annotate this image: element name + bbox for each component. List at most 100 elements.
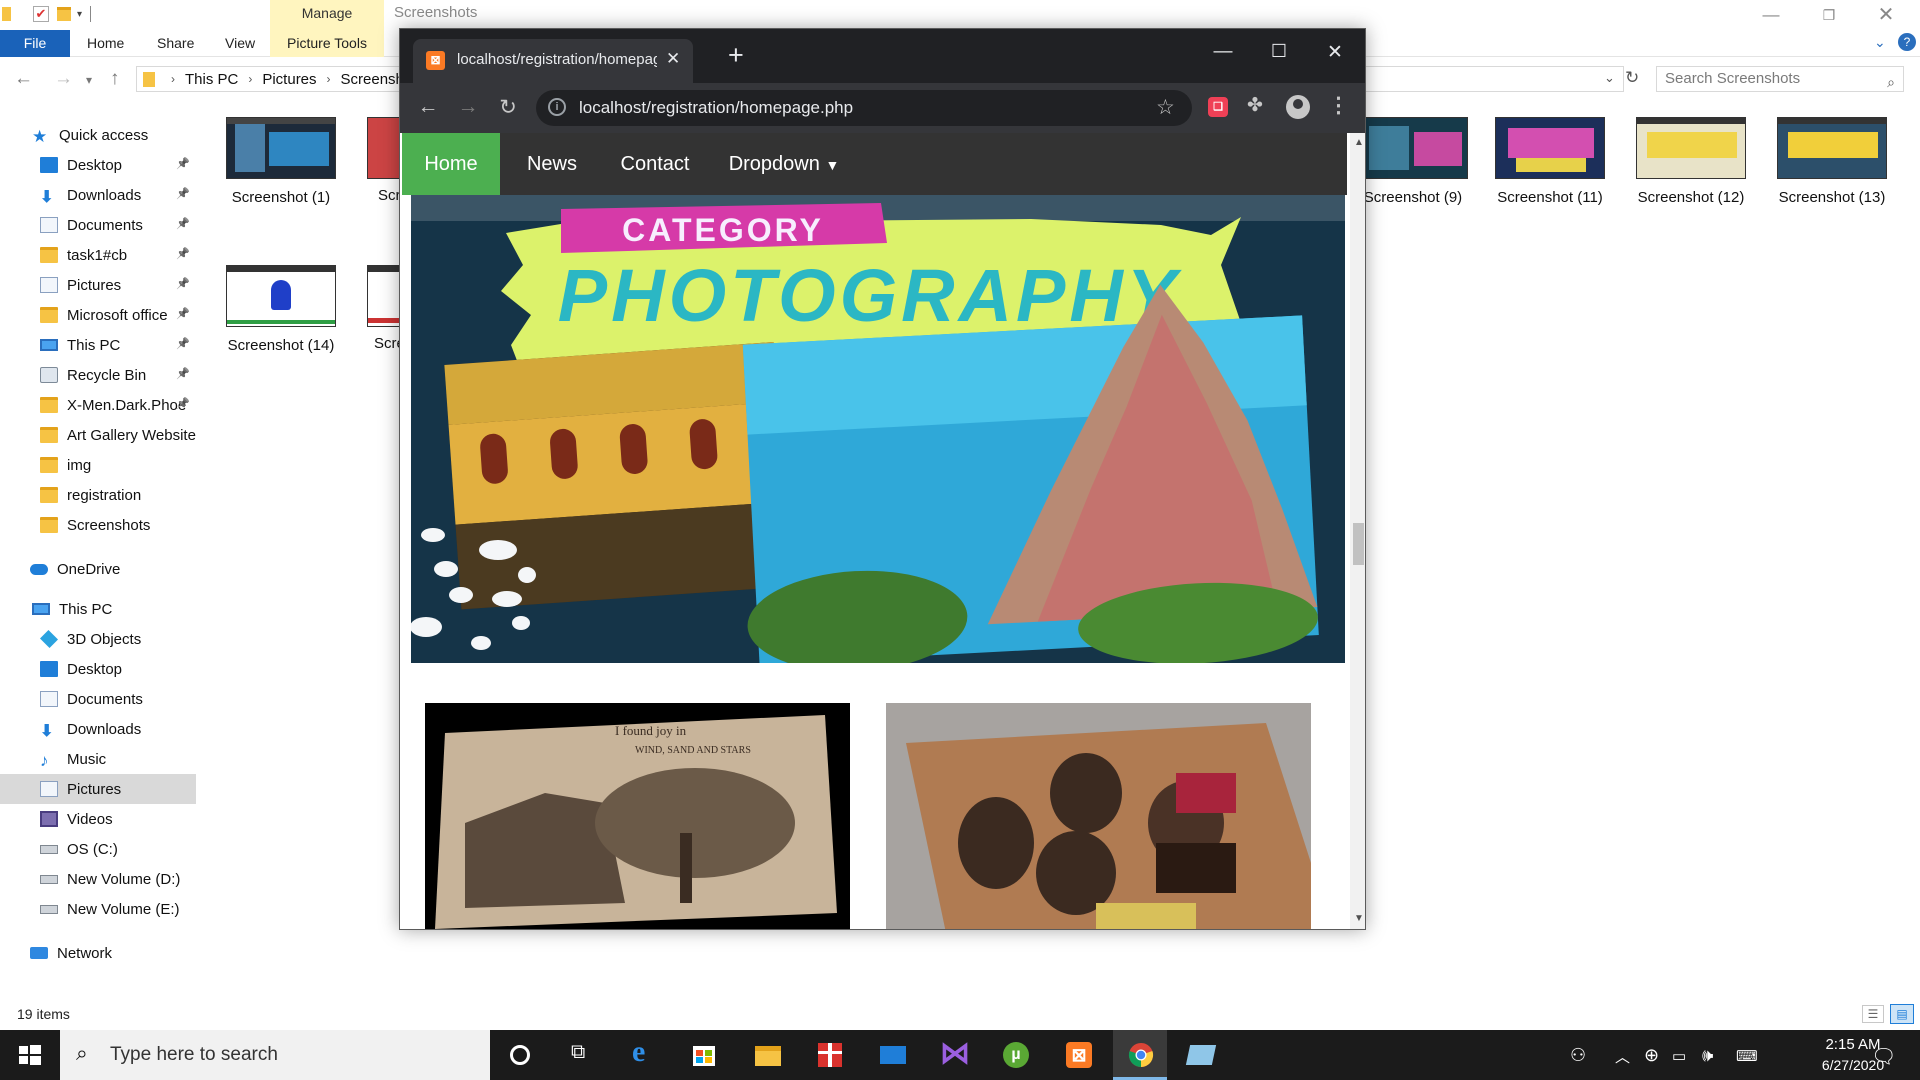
profile-avatar-icon[interactable]	[1286, 95, 1310, 119]
maximize-icon[interactable]: ☐	[1264, 41, 1294, 62]
nav-item-documents[interactable]: Documents 📌	[0, 210, 196, 240]
cortana-button[interactable]	[493, 1030, 547, 1080]
scrollbar-thumb[interactable]	[1353, 523, 1364, 565]
refresh-icon[interactable]: ↻	[1625, 68, 1639, 88]
nav-item-art-gallery-website[interactable]: Art Gallery Website	[0, 420, 196, 450]
nav-item-pictures[interactable]: Pictures 📌	[0, 270, 196, 300]
nav-item-registration[interactable]: registration	[0, 480, 196, 510]
file-thumbnail[interactable]: Screenshot (14)	[211, 265, 351, 354]
expand-ribbon-chevron-icon[interactable]: ⌄	[1874, 34, 1886, 51]
page-scrollbar[interactable]: ▲ ▼	[1350, 133, 1365, 929]
nav-item-screenshots[interactable]: Screenshots	[0, 510, 196, 540]
restore-icon[interactable]: ❐	[1805, 2, 1853, 28]
scroll-up-arrow-icon[interactable]: ▲	[1354, 137, 1364, 148]
properties-check-icon[interactable]: ✔	[33, 6, 49, 22]
tab-picture-tools[interactable]: Picture Tools	[270, 30, 384, 57]
nav-dropdown[interactable]: Dropdown ▼	[724, 133, 844, 195]
scroll-down-arrow-icon[interactable]: ▼	[1354, 913, 1364, 924]
tab-share[interactable]: Share	[157, 30, 194, 57]
pocket-extension-icon[interactable]: ❏	[1208, 97, 1228, 117]
chrome-menu-kebab-icon[interactable]: ⋮	[1328, 93, 1349, 118]
help-icon[interactable]: ?	[1898, 33, 1916, 51]
nav-item-microsoft-office[interactable]: Microsoft office 📌	[0, 300, 196, 330]
nav-item-3d-objects[interactable]: 3D Objects	[0, 624, 196, 654]
nav-link-home[interactable]: Home	[402, 133, 500, 195]
minimize-icon[interactable]: —	[1747, 2, 1795, 28]
nav-item-task1-cb[interactable]: task1#cb 📌	[0, 240, 196, 270]
taskbar-app-utorrent[interactable]: µ	[988, 1030, 1042, 1080]
show-hidden-icons-chevron-icon[interactable]: ︿	[1615, 1046, 1630, 1067]
close-icon[interactable]: ✕	[1862, 2, 1910, 28]
nav-item-downloads[interactable]: ⬇ Downloads 📌	[0, 180, 196, 210]
forward-arrow-icon[interactable]: →	[54, 68, 73, 90]
nav-item-new-volume-e-[interactable]: New Volume (E:)	[0, 894, 196, 924]
nav-item-img[interactable]: img	[0, 450, 196, 480]
breadcrumb-this-pc[interactable]: This PC	[185, 71, 238, 88]
nav-item-music[interactable]: ♪ Music	[0, 744, 196, 774]
tab-file[interactable]: File	[0, 30, 70, 57]
large-icons-view-icon[interactable]: ▤	[1890, 1004, 1914, 1024]
keyboard-icon[interactable]: ⌨	[1736, 1047, 1758, 1065]
omnibox-address-bar[interactable]: i localhost/registration/homepage.php ☆	[536, 90, 1192, 126]
breadcrumb-pictures[interactable]: Pictures	[262, 71, 316, 88]
back-arrow-icon[interactable]: ←	[14, 68, 33, 90]
forward-arrow-icon[interactable]: →	[454, 95, 482, 119]
explorer-search-input[interactable]: Search Screenshots ⌕	[1656, 66, 1904, 92]
reload-icon[interactable]: ↻	[494, 95, 522, 120]
taskbar-app-gift[interactable]	[802, 1030, 856, 1080]
browser-tab[interactable]: ⊠ localhost/registration/homepage ✕	[413, 39, 693, 83]
nav-item-this-pc[interactable]: This PC 📌	[0, 330, 196, 360]
nav-item-downloads[interactable]: ⬇ Downloads	[0, 714, 196, 744]
taskbar-app-chrome[interactable]	[1113, 1030, 1167, 1080]
nav-item-this-pc[interactable]: This PC	[0, 594, 196, 624]
taskbar-app-mail[interactable]	[865, 1030, 919, 1080]
file-thumbnail[interactable]: Screenshot (12)	[1621, 117, 1761, 206]
tab-home[interactable]: Home	[87, 30, 124, 57]
taskbar-app-edge[interactable]: e	[616, 1030, 670, 1080]
new-folder-icon[interactable]	[57, 7, 71, 21]
nav-item-os-c-[interactable]: OS (C:)	[0, 834, 196, 864]
minimize-icon[interactable]: —	[1208, 41, 1238, 63]
customize-toolbar-chevron-icon[interactable]: ▾	[77, 9, 82, 20]
action-center-notification-icon[interactable]: 🗨	[1871, 1044, 1896, 1069]
nav-item-videos[interactable]: Videos	[0, 804, 196, 834]
people-icon[interactable]: ⚇	[1570, 1045, 1586, 1066]
nav-item-quick-access[interactable]: ★ Quick access	[0, 120, 196, 150]
close-icon[interactable]: ✕	[1320, 41, 1350, 64]
nav-item-onedrive[interactable]: OneDrive	[0, 554, 196, 584]
taskbar-app-visual-studio[interactable]: ⋈	[926, 1030, 980, 1080]
gallery-card-sketchbook[interactable]: I found joy in WIND, SAND AND STARS	[425, 703, 850, 929]
back-arrow-icon[interactable]: ←	[414, 95, 442, 119]
taskbar-app-store[interactable]	[677, 1030, 731, 1080]
file-thumbnail[interactable]: Screenshot (13)	[1762, 117, 1902, 206]
recent-locations-chevron-icon[interactable]: ▾	[86, 73, 92, 87]
tab-view[interactable]: View	[225, 30, 255, 57]
nav-item-network[interactable]: Network	[0, 938, 196, 968]
nav-item-desktop[interactable]: Desktop 📌	[0, 150, 196, 180]
battery-icon[interactable]: ▭	[1672, 1047, 1686, 1065]
nav-item-desktop[interactable]: Desktop	[0, 654, 196, 684]
taskbar-app-xampp[interactable]: ⊠	[1051, 1030, 1105, 1080]
nav-item-new-volume-d-[interactable]: New Volume (D:)	[0, 864, 196, 894]
nav-item-documents[interactable]: Documents	[0, 684, 196, 714]
nav-item-recycle-bin[interactable]: Recycle Bin 📌	[0, 360, 196, 390]
file-thumbnail[interactable]: Screenshot (11)	[1480, 117, 1620, 206]
site-info-icon[interactable]: i	[548, 98, 566, 116]
close-tab-icon[interactable]: ✕	[666, 49, 680, 69]
manage-contextual-tab[interactable]: Manage	[270, 0, 384, 30]
taskbar-app-notes[interactable]	[1173, 1030, 1227, 1080]
new-tab-plus-icon[interactable]: +	[728, 42, 744, 69]
address-history-chevron-icon[interactable]: ⌄	[1604, 70, 1615, 86]
nav-item-pictures[interactable]: Pictures	[0, 774, 196, 804]
taskbar-app-file-explorer[interactable]	[740, 1030, 794, 1080]
taskbar-search-box[interactable]: ⌕ Type here to search	[60, 1030, 490, 1080]
nav-link-news[interactable]: News	[507, 133, 597, 195]
nav-item-x-men-dark-phoe[interactable]: X-Men.Dark.Phoe 📌	[0, 390, 196, 420]
extensions-puzzle-icon[interactable]: ✤	[1247, 94, 1263, 117]
volume-speaker-icon[interactable]: 🕪	[1702, 1045, 1713, 1066]
details-view-icon[interactable]: ☰	[1862, 1005, 1884, 1023]
network-globe-icon[interactable]: ⊕	[1644, 1045, 1659, 1066]
start-button[interactable]	[0, 1030, 60, 1080]
bookmark-star-icon[interactable]: ☆	[1156, 95, 1175, 120]
nav-link-contact[interactable]: Contact	[600, 133, 710, 195]
